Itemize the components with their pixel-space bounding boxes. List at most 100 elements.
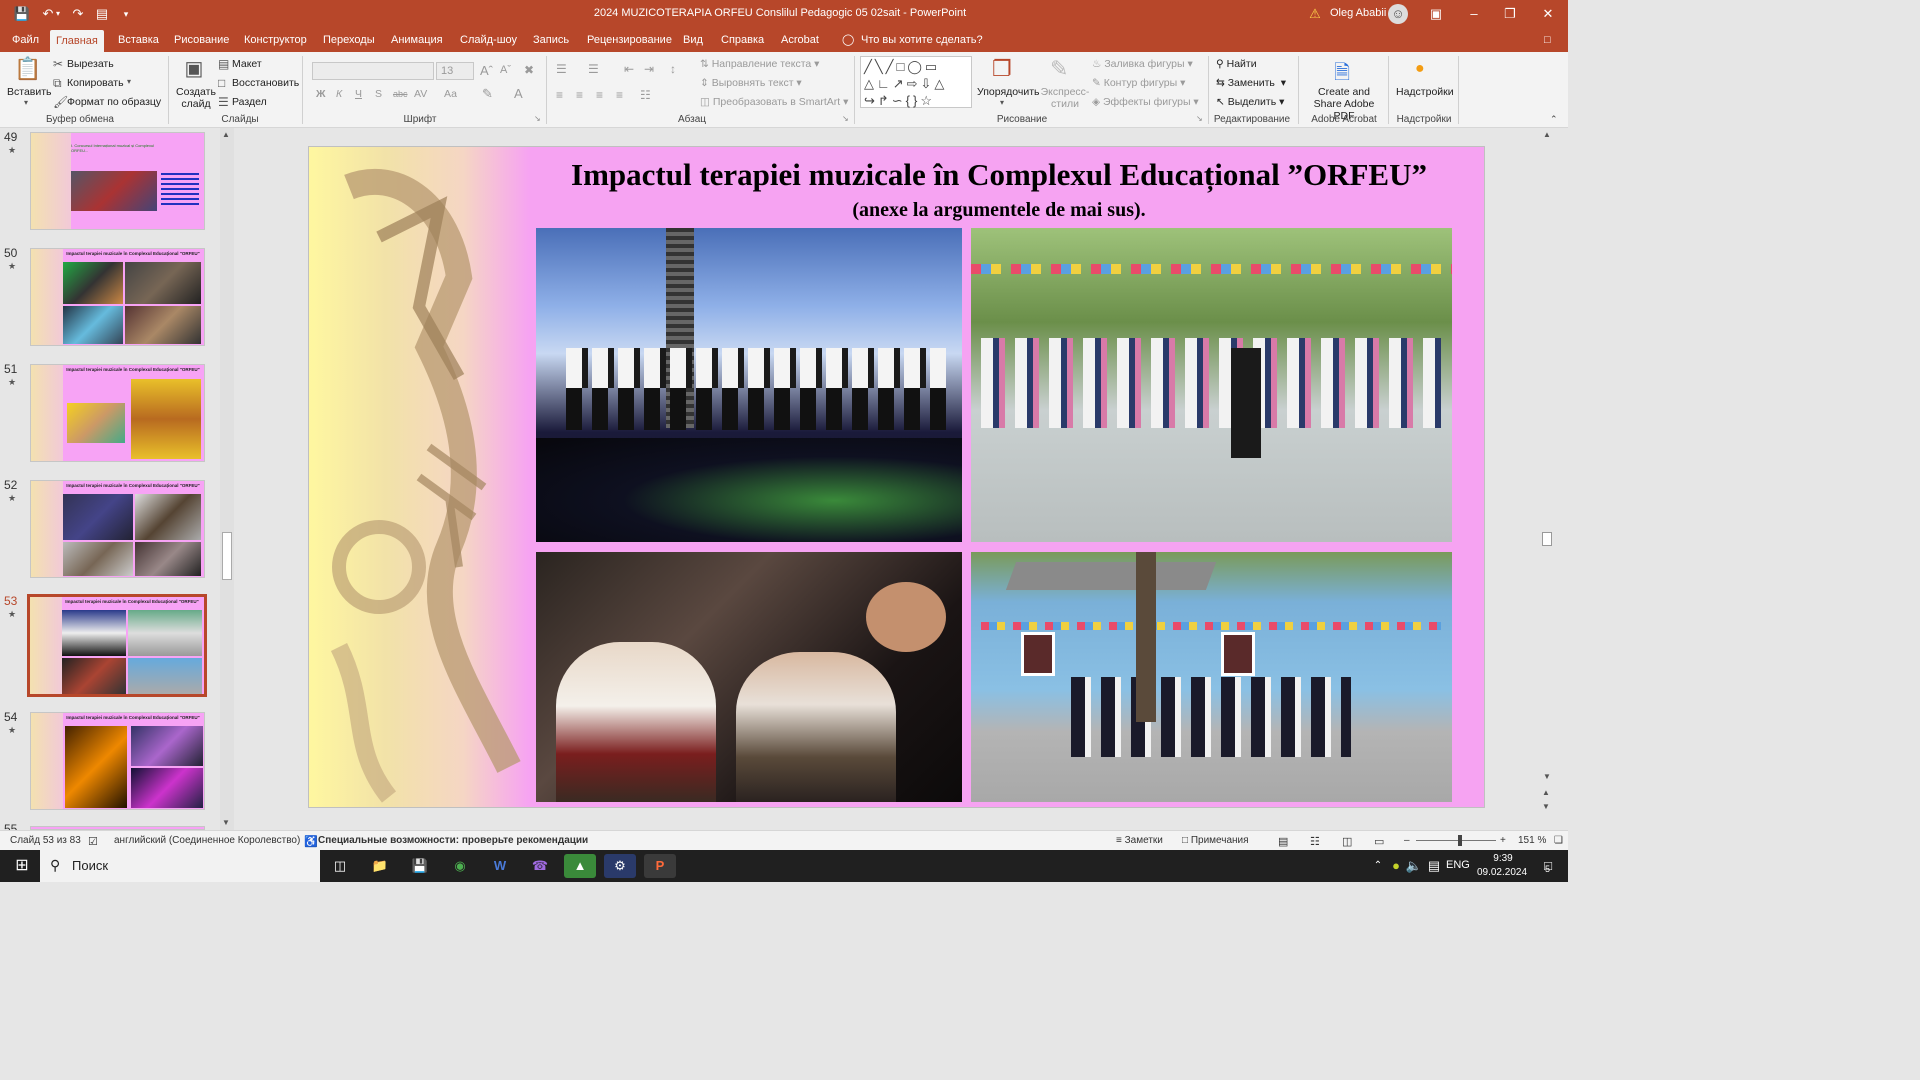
font-size-input[interactable]: 13 xyxy=(436,62,474,80)
tab-insert[interactable]: Вставка xyxy=(112,28,165,52)
slide-thumbnail-51[interactable]: Impactul terapiei muzicale în Complexul … xyxy=(30,364,205,462)
collapse-ribbon-icon[interactable]: ⌃ xyxy=(1550,114,1558,125)
customize-toolbar-icon[interactable]: ▾ xyxy=(116,4,136,24)
shadow-button[interactable]: S xyxy=(375,88,382,100)
task-view-icon[interactable]: ◫ xyxy=(324,854,356,878)
slide-subtitle[interactable]: (anexe la argumentele de mai sus). xyxy=(529,199,1469,222)
scroll-down-icon[interactable]: ▼ xyxy=(1543,772,1551,781)
tab-review[interactable]: Рецензирование xyxy=(581,28,678,52)
format-painter-button[interactable]: Формат по образцу xyxy=(67,96,161,108)
scrollbar-thumb[interactable] xyxy=(1542,532,1552,546)
highlight-icon[interactable]: ✎ xyxy=(482,86,493,102)
comments-icon[interactable]: □ xyxy=(1538,28,1557,52)
spellcheck-icon[interactable]: ☑ xyxy=(88,835,98,848)
bold-button[interactable]: Ж xyxy=(316,88,326,100)
decrease-indent-icon[interactable]: ⇤ xyxy=(624,62,634,76)
char-spacing-button[interactable]: AV xyxy=(414,88,427,100)
font-dialog-launcher-icon[interactable]: ↘ xyxy=(534,114,541,123)
paste-dropdown-icon[interactable]: ▾ xyxy=(24,98,28,107)
tab-animations[interactable]: Анимация xyxy=(385,28,449,52)
minimize-icon[interactable]: – xyxy=(1464,4,1484,24)
shape-effects-button[interactable]: ◈ Эффекты фигуры ▾ xyxy=(1092,96,1199,108)
blue-app-icon[interactable]: ⚙ xyxy=(604,854,636,878)
warning-icon[interactable]: ⚠ xyxy=(1305,4,1325,24)
change-case-button[interactable]: Аа xyxy=(444,88,457,100)
addins-button[interactable]: Надстройки xyxy=(1396,86,1454,98)
align-left-icon[interactable]: ≡ xyxy=(556,88,563,102)
tell-me-search[interactable]: Что вы хотите сделать? xyxy=(855,28,989,52)
find-button[interactable]: ⚲ Найти xyxy=(1216,58,1257,70)
slide-sorter-icon[interactable]: ☷ xyxy=(1310,835,1320,848)
italic-button[interactable]: К xyxy=(336,88,342,100)
reset-button[interactable]: Восстановить xyxy=(232,77,299,89)
paste-icon[interactable]: 📋 xyxy=(14,56,42,82)
replace-button[interactable]: ⇆ Заменить ▾ xyxy=(1216,77,1286,89)
decrease-font-icon[interactable]: Aˇ xyxy=(500,64,511,76)
ribbon-display-icon[interactable]: ▣ xyxy=(1426,4,1446,24)
zoom-out-icon[interactable]: – xyxy=(1404,835,1410,846)
quick-styles-icon[interactable]: ✎ xyxy=(1050,56,1068,82)
tab-view[interactable]: Вид xyxy=(677,28,709,52)
text-direction-button[interactable]: ⇅ Направление текста ▾ xyxy=(700,58,819,70)
powerpoint-icon[interactable]: P xyxy=(644,854,676,878)
clear-format-icon[interactable]: ✖ xyxy=(524,63,534,77)
slideshow-view-icon[interactable]: ▭ xyxy=(1374,835,1384,848)
zoom-level[interactable]: 151 % xyxy=(1518,835,1546,846)
clock-time[interactable]: 9:39 xyxy=(1478,853,1528,864)
reset-icon[interactable]: □ xyxy=(218,76,225,90)
notes-button[interactable]: ≡ Заметки xyxy=(1116,835,1163,846)
scroll-down-icon[interactable]: ▼ xyxy=(222,818,230,827)
slide-thumbnail-53[interactable]: Impactul terapiei muzicale în Complexul … xyxy=(27,594,207,697)
slide-canvas[interactable]: Impactul terapiei muzicale în Complexul … xyxy=(308,146,1485,808)
word-icon[interactable]: W xyxy=(484,854,516,878)
increase-font-icon[interactable]: Aˆ xyxy=(480,63,493,78)
smartart-button[interactable]: ◫ Преобразовать в SmartArt ▾ xyxy=(700,96,848,108)
fit-to-window-icon[interactable]: ❏ xyxy=(1554,835,1563,846)
tab-help[interactable]: Справка xyxy=(715,28,770,52)
green-app-icon[interactable]: ▲ xyxy=(564,854,596,878)
align-center-icon[interactable]: ≡ xyxy=(576,88,583,102)
shapes-gallery[interactable]: ╱╲╱□◯▭ △∟↗⇨⇩△ ↪↱∽{}☆ xyxy=(860,56,972,108)
close-icon[interactable]: ✕ xyxy=(1538,4,1558,24)
tab-acrobat[interactable]: Acrobat xyxy=(775,28,825,52)
normal-view-icon[interactable]: ▤ xyxy=(1278,835,1288,848)
windows-start-icon[interactable]: ⊞ xyxy=(6,854,38,878)
presentation-icon[interactable]: ▤ xyxy=(92,4,112,24)
slide-title[interactable]: Impactul terapiei muzicale în Complexul … xyxy=(529,157,1469,193)
justify-icon[interactable]: ≡ xyxy=(616,88,623,102)
accessibility-status[interactable]: Специальные возможности: проверьте реком… xyxy=(318,835,588,846)
tab-record[interactable]: Запись xyxy=(527,28,575,52)
section-button[interactable]: Раздел xyxy=(232,96,267,108)
strikethrough-button[interactable]: abc xyxy=(393,89,408,99)
increase-indent-icon[interactable]: ⇥ xyxy=(644,62,654,76)
align-right-icon[interactable]: ≡ xyxy=(596,88,603,102)
tab-file[interactable]: Файл xyxy=(6,28,45,52)
select-button[interactable]: ↖ Выделить ▾ xyxy=(1216,96,1284,108)
reading-view-icon[interactable]: ◫ xyxy=(1342,835,1352,848)
restore-icon[interactable]: ❐ xyxy=(1500,4,1520,24)
shape-outline-button[interactable]: ✎ Контур фигуры ▾ xyxy=(1092,77,1185,89)
zoom-slider[interactable] xyxy=(1416,840,1496,841)
new-slide-button[interactable]: Создать слайд xyxy=(176,86,216,110)
new-slide-icon[interactable]: ▣ xyxy=(180,56,208,81)
scrollbar-thumb[interactable] xyxy=(222,532,232,580)
arrange-icon[interactable]: ❐ xyxy=(992,56,1012,82)
underline-button[interactable]: Ч xyxy=(355,88,362,100)
slide-thumbnail-49[interactable]: I. Concursul Internațional muzical și Co… xyxy=(30,132,205,230)
numbering-icon[interactable]: ☰ xyxy=(588,62,599,76)
redo-icon[interactable]: ↷ xyxy=(68,4,88,24)
zoom-slider-handle[interactable] xyxy=(1458,835,1462,846)
tab-transitions[interactable]: Переходы xyxy=(317,28,381,52)
previous-slide-icon[interactable]: ▲ xyxy=(1542,788,1550,797)
tab-slideshow[interactable]: Слайд-шоу xyxy=(454,28,523,52)
chrome-icon[interactable]: ◉ xyxy=(444,854,476,878)
cut-button[interactable]: Вырезать xyxy=(67,58,114,70)
addins-icon[interactable]: ● xyxy=(1415,60,1425,78)
viber-icon[interactable]: ☎ xyxy=(524,854,556,878)
file-explorer-icon[interactable]: 📁 xyxy=(364,854,396,878)
tab-draw[interactable]: Рисование xyxy=(168,28,235,52)
slide-thumbnail-52[interactable]: Impactul terapiei muzicale în Complexul … xyxy=(30,480,205,578)
layout-icon[interactable]: ▤ xyxy=(218,57,229,71)
next-slide-icon[interactable]: ▼ xyxy=(1542,802,1550,811)
thumbnail-scrollbar[interactable]: ▲ ▼ xyxy=(220,128,234,830)
